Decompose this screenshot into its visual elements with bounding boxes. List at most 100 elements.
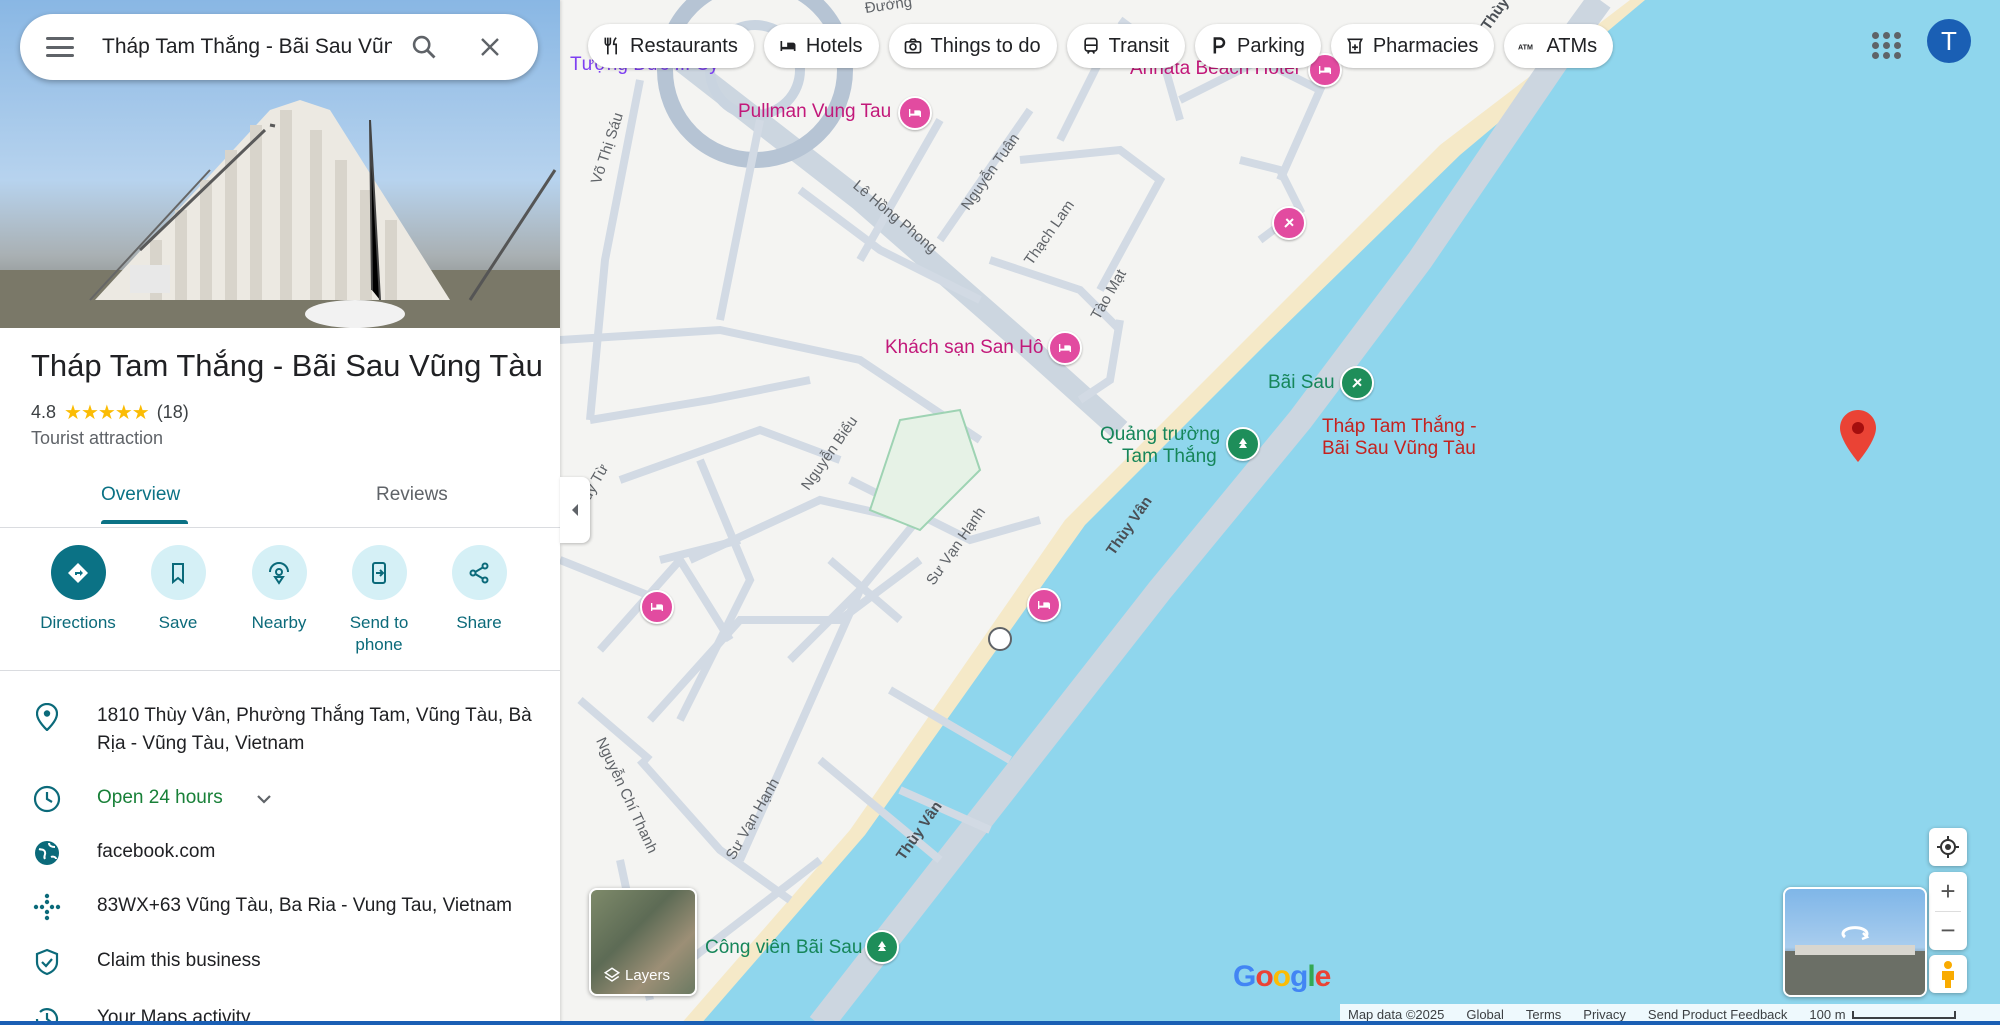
- my-location-button[interactable]: [1929, 828, 1967, 866]
- global-link[interactable]: Global: [1466, 1007, 1504, 1022]
- plus-code-text: 83WX+63 Vũng Tàu, Ba Ria - Vung Tau, Vie…: [97, 895, 512, 916]
- chip-label: Restaurants: [630, 34, 738, 57]
- action-label: Nearby: [251, 613, 307, 632]
- selected-place-label[interactable]: Tháp Tam Thắng -: [1322, 416, 1477, 438]
- nearby-button[interactable]: Nearby: [229, 545, 329, 634]
- bed-icon: [780, 41, 796, 51]
- bookmark-icon: [172, 562, 184, 584]
- plus-code-icon: [32, 892, 62, 922]
- rating-value: 4.8: [31, 402, 57, 422]
- feedback-link[interactable]: Send Product Feedback: [1648, 1007, 1787, 1022]
- chip-label: Pharmacies: [1372, 34, 1479, 57]
- tab-reviews[interactable]: Reviews: [376, 484, 448, 506]
- poi-label[interactable]: Quảng trường: [1100, 424, 1220, 446]
- chevron-down-icon[interactable]: [254, 792, 274, 806]
- hotel-pin-icon[interactable]: [1048, 331, 1082, 365]
- directions-icon: [68, 562, 88, 583]
- rating-row[interactable]: 4.8 ★★★★★ (18): [31, 400, 189, 425]
- chip-pharmacies[interactable]: Pharmacies: [1330, 24, 1495, 68]
- parking-icon: [1213, 37, 1226, 54]
- hotel-pin-icon[interactable]: [640, 590, 674, 624]
- search-input[interactable]: Tháp Tam Thắng - Bãi Sau Vũng Tàu: [102, 35, 392, 59]
- chip-hotels[interactable]: Hotels: [763, 24, 879, 68]
- poi-label[interactable]: Tam Thắng: [1122, 446, 1217, 468]
- beach-pin-icon[interactable]: [1340, 366, 1374, 400]
- menu-icon[interactable]: [46, 37, 74, 57]
- hotel-pin-icon[interactable]: [898, 96, 932, 130]
- zoom-controls: + −: [1929, 872, 1967, 950]
- hotel-pin-icon[interactable]: [1027, 588, 1061, 622]
- camera-icon: [904, 38, 921, 54]
- share-button[interactable]: Share: [429, 545, 529, 634]
- layers-label: Layers: [625, 967, 671, 984]
- map-data-credit: Map data ©2025: [1348, 1007, 1445, 1022]
- scale-bar[interactable]: 100 m: [1809, 1007, 1956, 1022]
- fork-knife-icon: [604, 37, 617, 55]
- privacy-link[interactable]: Privacy: [1583, 1007, 1626, 1022]
- rotate-360-icon: [1841, 926, 1869, 939]
- chip-label: Things to do: [930, 34, 1041, 57]
- park-pin-icon[interactable]: [865, 930, 899, 964]
- poi-label[interactable]: Bãi Sau: [1268, 372, 1335, 394]
- terms-link[interactable]: Terms: [1526, 1007, 1561, 1022]
- chip-label: ATMs: [1546, 34, 1598, 57]
- chip-label: Parking: [1237, 34, 1305, 57]
- website-link[interactable]: facebook.com: [97, 838, 537, 866]
- account-avatar[interactable]: T: [1927, 19, 1971, 63]
- action-label: Directions: [40, 613, 116, 632]
- directions-button[interactable]: Directions: [28, 545, 128, 634]
- reviews-count[interactable]: (18): [157, 402, 189, 423]
- window-bottom-edge: [0, 1021, 2000, 1025]
- chip-atms[interactable]: ATM ATMs: [1504, 24, 1614, 68]
- map-base-layer: [560, 0, 2000, 1025]
- selected-location-pin-icon[interactable]: [1840, 410, 1876, 467]
- place-tabs: Overview Reviews: [0, 472, 560, 528]
- poi-label[interactable]: Công viên Bãi Sau: [705, 937, 862, 959]
- action-buttons: Directions Save Nearby Send to phone Sha…: [0, 545, 560, 671]
- place-panel: Tháp Tam Thắng - Bãi Sau Vũng Tàu Tháp T…: [0, 0, 560, 1025]
- bus-stop-icon[interactable]: [988, 627, 1012, 651]
- tab-overview[interactable]: Overview: [101, 484, 180, 506]
- active-tab-indicator: [101, 520, 188, 524]
- pharmacy-icon: [1346, 38, 1363, 54]
- chip-restaurants[interactable]: Restaurants: [588, 24, 754, 68]
- rating-stars: ★★★★★: [64, 402, 150, 424]
- pegman-icon: [1942, 961, 1954, 988]
- layers-icon: [603, 967, 621, 982]
- save-button[interactable]: Save: [128, 545, 228, 634]
- park-pin-icon[interactable]: [1226, 427, 1260, 461]
- train-icon: [1083, 37, 1098, 54]
- action-label: Save: [158, 613, 198, 632]
- zoom-out-button[interactable]: −: [1940, 912, 1955, 950]
- attraction-pin-icon[interactable]: [1272, 206, 1306, 240]
- selected-place-label[interactable]: Bãi Sau Vũng Tàu: [1322, 438, 1476, 460]
- chip-label: Transit: [1108, 34, 1170, 57]
- scale-label: 100 m: [1809, 1007, 1846, 1022]
- close-icon[interactable]: [478, 35, 502, 59]
- layers-button[interactable]: Layers: [589, 888, 697, 996]
- search-box[interactable]: Tháp Tam Thắng - Bãi Sau Vũng Tàu: [20, 14, 538, 80]
- collapse-panel-button[interactable]: [560, 477, 590, 543]
- poi-label[interactable]: Khách sạn San Hô: [885, 337, 1043, 359]
- google-apps-icon[interactable]: [1866, 26, 1901, 60]
- map-canvas[interactable]: Võ Thị Sáu Lê Hồng Phong Nguyễn Tuân Thạ…: [560, 0, 2000, 1025]
- street-view-thumbnail[interactable]: [1783, 887, 1927, 997]
- poi-label[interactable]: Pullman Vung Tau: [738, 101, 891, 123]
- chevron-left-icon: [572, 504, 578, 516]
- location-pin-icon: [32, 702, 62, 732]
- address-text: 1810 Thùy Vân, Phường Thắng Tam, Vũng Tà…: [97, 705, 532, 754]
- nearby-icon: [269, 561, 289, 585]
- chip-things-to-do[interactable]: Things to do: [888, 24, 1057, 68]
- place-category[interactable]: Tourist attraction: [31, 428, 163, 449]
- pegman-button[interactable]: [1929, 955, 1967, 993]
- svg-text:ATM: ATM: [1518, 44, 1533, 52]
- zoom-in-button[interactable]: +: [1940, 873, 1955, 911]
- chip-transit[interactable]: Transit: [1066, 24, 1186, 68]
- claim-business-link[interactable]: Claim this business: [97, 947, 537, 975]
- hours-text: Open 24 hours: [97, 787, 223, 808]
- search-icon[interactable]: [410, 33, 438, 61]
- share-icon: [469, 562, 489, 583]
- send-to-phone-button[interactable]: Send to phone: [329, 545, 429, 656]
- chip-parking[interactable]: Parking: [1195, 24, 1321, 68]
- chip-label: Hotels: [805, 34, 863, 57]
